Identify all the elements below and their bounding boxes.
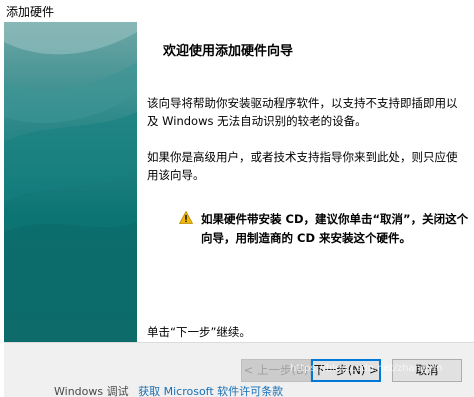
wizard-advanced-note: 如果你是高级用户，或者技术支持指导你来到此处，则只应使用该向导。 [147,150,458,182]
title-bar: 添加硬件 [0,0,474,22]
wizard-heading: 欢迎使用添加硬件向导 [163,44,294,59]
banner-swoosh-graphic [4,22,137,342]
next-button[interactable]: 下一步(N) > [311,359,381,382]
background-window-strip: Windows 调试 获取 Microsoft 软件许可条款 [4,385,474,397]
wizard-description: 该向导将帮助你安装驱动程序软件，以支持不支持即插即用以及 Windows 无法自… [147,96,458,128]
cancel-button[interactable]: 取消 [392,359,462,382]
wizard-side-banner [4,22,137,342]
window-title: 添加硬件 [6,5,55,19]
back-button[interactable]: < 上一步(B) [241,359,311,382]
background-link[interactable]: 获取 Microsoft 软件许可条款 [138,385,283,397]
continue-instruction: 单击“下一步”继续。 [147,325,251,339]
wizard-content: 欢迎使用添加硬件向导 该向导将帮助你安装驱动程序软件，以支持不支持即插即用以及 … [137,22,474,342]
background-text: Windows 调试 获取 Microsoft 软件许可条款 [54,385,283,397]
warning-text: 如果硬件带安装 CD，建议你单击“取消”，关闭这个向导，用制造商的 CD 来安装… [201,212,469,245]
warning-icon [178,210,194,227]
background-label: Windows 调试 [54,385,129,397]
button-bar: < 上一步(B) 下一步(N) > 取消 [4,342,474,385]
add-hardware-wizard-window: 添加硬件 欢迎使用添加硬件向导 该向导将帮助你安装驱动程序软件，以支持不支持即插… [0,0,474,397]
